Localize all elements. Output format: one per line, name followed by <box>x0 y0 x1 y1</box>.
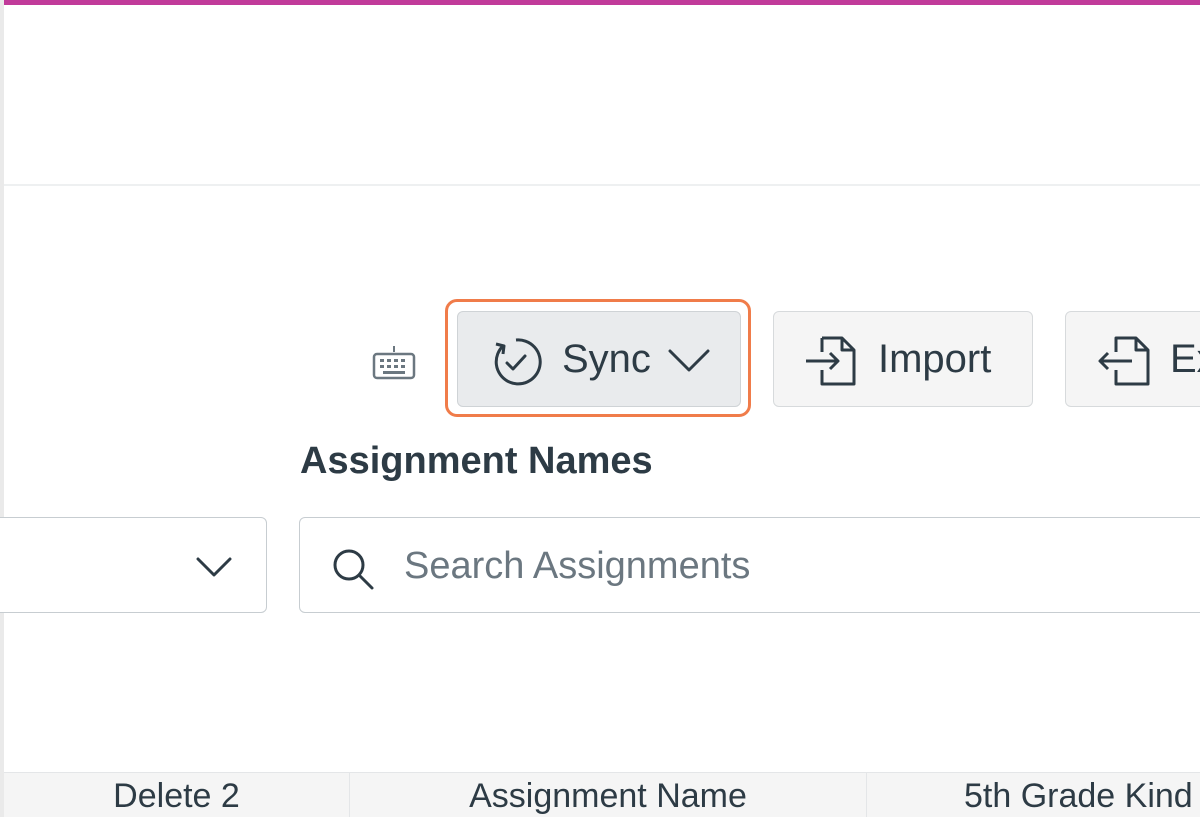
export-icon <box>1098 336 1150 386</box>
grid-header-row: Delete 2 Assignment Name 5th Grade Kind <box>4 772 1200 817</box>
chevron-down-icon <box>196 557 232 577</box>
export-button-label: Ex <box>1170 337 1200 381</box>
grid-column-header[interactable]: Assignment Name <box>350 773 867 817</box>
keyboard-icon[interactable] <box>371 342 417 382</box>
header-divider <box>4 184 1200 186</box>
gradebook-frame: Sync Import Ex Assignment Names <box>0 0 1200 817</box>
import-button-label: Import <box>878 337 992 381</box>
grid-column-header[interactable]: Delete 2 <box>4 773 350 817</box>
sync-highlight-frame <box>445 299 751 417</box>
import-button[interactable]: Import <box>773 311 1033 407</box>
search-icon <box>333 549 374 590</box>
search-input[interactable] <box>404 538 1164 594</box>
top-accent-bar <box>0 0 1200 5</box>
left-edge <box>0 0 4 817</box>
assignment-names-label: Assignment Names <box>300 440 653 482</box>
filter-select[interactable] <box>0 517 267 613</box>
search-assignments-field[interactable] <box>299 517 1200 613</box>
import-icon <box>806 336 856 386</box>
grid-column-header[interactable]: 5th Grade Kind <box>867 773 1200 817</box>
export-button[interactable]: Ex <box>1065 311 1200 407</box>
